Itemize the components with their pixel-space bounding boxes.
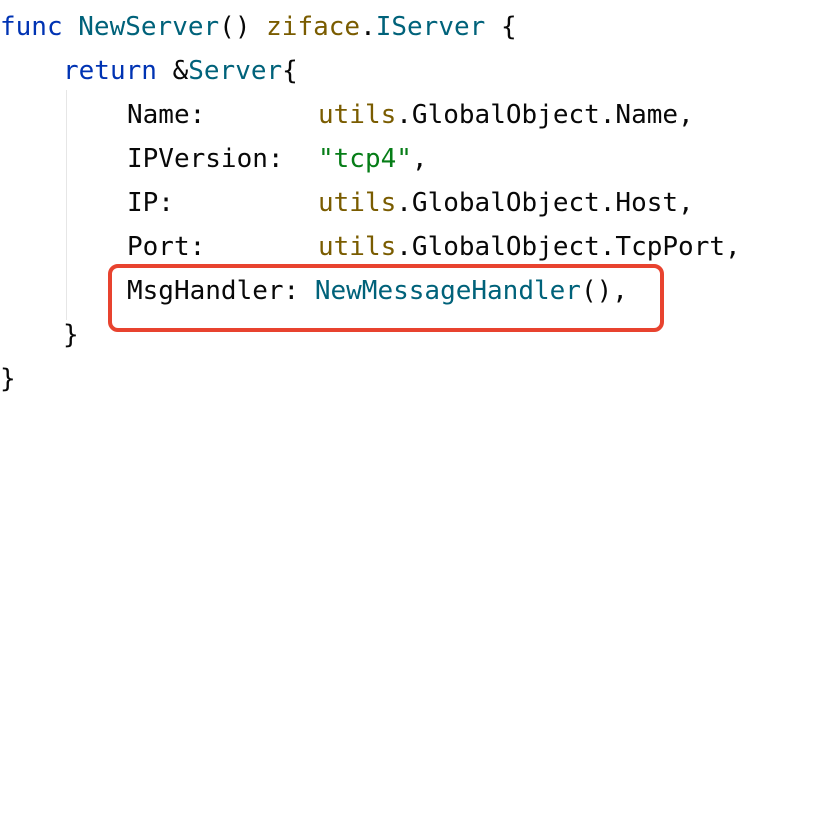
field-name: Port: bbox=[127, 232, 206, 262]
function-name: NewServer bbox=[78, 12, 220, 42]
value-rest: .GlobalObject.TcpPort, bbox=[396, 232, 741, 262]
code-editor[interactable]: func NewServer() ziface.IServer { return… bbox=[0, 0, 822, 410]
parens: () bbox=[219, 12, 251, 42]
keyword-return: return bbox=[63, 56, 157, 86]
code-line-6: Port: bbox=[127, 229, 205, 265]
code-line-2: return &Server{ bbox=[63, 53, 298, 89]
dot: . bbox=[360, 12, 376, 42]
package-name: ziface bbox=[266, 12, 361, 42]
package-name: utils bbox=[318, 232, 397, 262]
close-brace: } bbox=[0, 364, 16, 394]
open-brace: { bbox=[500, 12, 517, 42]
code-line-6-value: utils.GlobalObject.TcpPort, bbox=[318, 229, 741, 265]
code-line-4: IPVersion: bbox=[127, 141, 284, 177]
struct-type: Server bbox=[188, 56, 283, 86]
highlight-box bbox=[108, 264, 664, 332]
field-name: IP: bbox=[127, 188, 174, 218]
close-brace: } bbox=[63, 320, 79, 350]
package-name: utils bbox=[318, 188, 397, 218]
code-line-9: } bbox=[0, 361, 16, 397]
code-line-5-value: utils.GlobalObject.Host, bbox=[318, 185, 694, 221]
open-brace: { bbox=[282, 56, 298, 86]
code-line-8: } bbox=[63, 317, 79, 353]
code-line-1: func NewServer() ziface.IServer { bbox=[0, 9, 517, 45]
field-name: IPVersion: bbox=[127, 144, 284, 174]
return-type: IServer bbox=[375, 12, 486, 42]
code-line-4-value: "tcp4", bbox=[318, 141, 428, 177]
code-line-3: Name: bbox=[127, 97, 205, 133]
ampersand: & bbox=[172, 56, 189, 86]
code-line-5: IP: bbox=[127, 185, 174, 221]
string-literal: "tcp4" bbox=[318, 144, 412, 174]
code-line-3-value: utils.GlobalObject.Name, bbox=[318, 97, 694, 133]
indent-guide-outer bbox=[66, 90, 67, 320]
value-rest: .GlobalObject.Host, bbox=[396, 188, 694, 218]
value-rest: .GlobalObject.Name, bbox=[396, 100, 694, 130]
package-name: utils bbox=[318, 100, 397, 130]
comma: , bbox=[411, 144, 428, 174]
field-name: Name: bbox=[127, 100, 206, 130]
keyword-func: func bbox=[0, 12, 63, 42]
